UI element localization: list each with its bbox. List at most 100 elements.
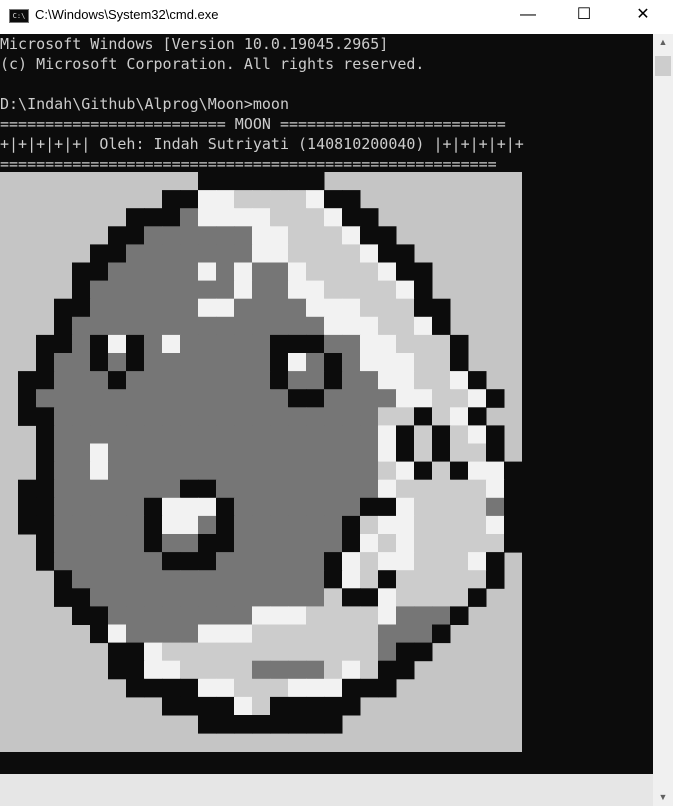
moon-pixel: [234, 208, 253, 227]
moon-pixel: [378, 226, 397, 245]
console-line: +|+|+|+|+| Oleh: Indah Sutriyati (140810…: [0, 135, 524, 153]
scroll-thumb[interactable]: [655, 56, 671, 76]
moon-pixel: [270, 642, 289, 662]
moon-pixel: [252, 660, 271, 680]
moon-pixel: [126, 226, 145, 245]
moon-pixel: [252, 443, 271, 463]
console-line: ========================= MOON =========…: [0, 115, 506, 133]
scroll-up-icon[interactable]: ▲: [653, 34, 673, 51]
moon-pixel: [324, 497, 343, 517]
moon-pixel: [360, 606, 379, 625]
moon-pixel: [342, 660, 361, 680]
moon-pixel: [234, 262, 253, 282]
moon-pixel: [72, 515, 91, 535]
moon-pixel: [342, 334, 361, 354]
moon-pixel: [36, 353, 55, 372]
moon-pixel: [90, 353, 109, 372]
moon-pixel: [162, 190, 181, 209]
moon-pixel: [306, 624, 325, 644]
moon-pixel: [306, 660, 325, 680]
moon-pixel: [396, 660, 415, 680]
moon-pixel: [72, 334, 91, 354]
moon-pixel: [450, 425, 469, 444]
moon-pixel: [198, 696, 217, 716]
moon-pixel: [162, 479, 181, 499]
moon-pixel: [234, 244, 253, 263]
moon-pixel: [288, 407, 307, 426]
maximize-button[interactable]: ☐: [561, 0, 607, 32]
moon-pixel: [396, 497, 415, 517]
moon-pixel: [180, 660, 199, 680]
moon-ascii-art: [0, 172, 522, 752]
moon-pixel: [54, 407, 73, 426]
moon-pixel: [414, 515, 433, 535]
moon-pixel: [54, 334, 73, 354]
moon-pixel: [180, 515, 199, 535]
moon-pixel: [360, 624, 379, 644]
moon-pixel: [198, 208, 217, 227]
moon-pixel: [216, 226, 235, 245]
moon-pixel: [234, 479, 253, 499]
moon-pixel: [252, 389, 271, 408]
moon-pixel: [468, 552, 487, 571]
moon-pixel: [252, 353, 271, 372]
moon-pixel: [216, 479, 235, 499]
moon-pixel: [306, 389, 325, 408]
moon-pixel: [360, 371, 379, 390]
moon-pixel: [342, 606, 361, 625]
moon-pixel: [198, 443, 217, 463]
moon-pixel: [90, 606, 109, 625]
moon-pixel: [468, 534, 487, 553]
moon-pixel: [54, 443, 73, 463]
moon-pixel: [324, 262, 343, 282]
console-output[interactable]: Microsoft Windows [Version 10.0.19045.29…: [0, 34, 653, 774]
moon-pixel: [396, 552, 415, 571]
minimize-button[interactable]: —: [505, 0, 551, 32]
close-button[interactable]: ✕: [620, 0, 666, 32]
moon-pixel: [342, 425, 361, 444]
moon-pixel: [180, 479, 199, 499]
moon-pixel: [180, 425, 199, 444]
moon-pixel: [396, 280, 415, 300]
moon-pixel: [324, 515, 343, 535]
moon-pixel: [360, 226, 379, 245]
moon-pixel: [288, 515, 307, 535]
moon-pixel: [144, 298, 163, 318]
moon-pixel: [360, 353, 379, 372]
moon-pixel: [342, 678, 361, 698]
moon-pixel: [468, 570, 487, 589]
moon-pixel: [90, 588, 109, 607]
moon-pixel: [162, 334, 181, 354]
moon-pixel: [72, 262, 91, 282]
moon-pixel: [432, 570, 451, 589]
moon-pixel: [360, 642, 379, 662]
moon-pixel: [360, 280, 379, 300]
moon-pixel: [324, 479, 343, 499]
moon-pixel: [18, 389, 37, 408]
moon-pixel: [378, 497, 397, 517]
moon-pixel: [252, 208, 271, 227]
moon-pixel: [252, 715, 271, 734]
moon-pixel: [162, 570, 181, 589]
moon-pixel: [234, 407, 253, 426]
moon-pixel: [396, 588, 415, 607]
moon-pixel: [198, 715, 217, 734]
moon-pixel: [144, 588, 163, 607]
scroll-down-icon[interactable]: ▼: [653, 789, 673, 806]
moon-pixel: [486, 479, 505, 499]
moon-pixel: [324, 389, 343, 408]
moon-pixel: [108, 443, 127, 463]
moon-pixel: [72, 280, 91, 300]
vertical-scrollbar[interactable]: ▲ ▼: [653, 34, 673, 806]
moon-pixel: [342, 624, 361, 644]
moon-pixel: [234, 606, 253, 625]
moon-pixel: [432, 443, 451, 463]
moon-pixel: [108, 425, 127, 444]
moon-pixel: [342, 316, 361, 336]
moon-pixel: [162, 606, 181, 625]
moon-pixel: [324, 534, 343, 553]
moon-pixel: [288, 280, 307, 300]
moon-pixel: [162, 280, 181, 300]
moon-pixel: [216, 606, 235, 625]
moon-pixel: [126, 461, 145, 481]
